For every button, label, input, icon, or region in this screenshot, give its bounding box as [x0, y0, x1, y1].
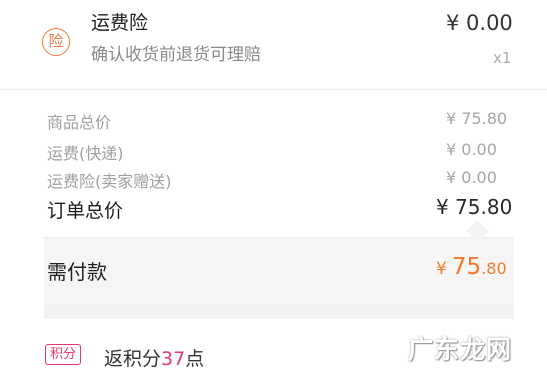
goods-total-value: ¥ 75.80 — [446, 109, 508, 128]
insurance-subtitle: 确认收货前退货可理赔 — [91, 45, 261, 65]
section-divider — [0, 89, 547, 90]
points-prefix: 返积分 — [104, 348, 162, 370]
shipping-insurance-value: ¥ 0.00 — [446, 168, 497, 187]
amount-due-integer: 75 — [451, 254, 482, 280]
points-reward-text: 返积分37点 — [104, 344, 204, 371]
amount-due-decimal: .80 — [481, 259, 507, 278]
points-suffix: 点 — [185, 348, 205, 370]
amount-due-value: ¥ 75.80 — [436, 254, 507, 280]
insurance-price: ¥ 0.00 — [446, 11, 513, 35]
insurance-quantity: x1 — [493, 49, 512, 67]
shipping-insurance-label: 运费险(卖家赠送) — [47, 172, 172, 191]
section-separator — [44, 305, 514, 319]
watermark: 广东龙网 — [408, 335, 513, 364]
shipping-fee-label: 运费(快递) — [47, 144, 124, 163]
order-total-value: ¥ 75.80 — [436, 195, 513, 219]
amount-due-label: 需付款 — [47, 260, 107, 284]
order-total-label: 订单总价 — [47, 200, 124, 222]
goods-total-label: 商品总价 — [47, 113, 112, 132]
points-badge: 积分 — [45, 344, 82, 365]
amount-due-currency: ¥ — [436, 259, 447, 279]
insurance-icon: 险 — [42, 28, 70, 56]
shipping-fee-value: ¥ 0.00 — [446, 140, 497, 159]
points-number: 37 — [161, 348, 186, 370]
insurance-title: 运费险 — [91, 12, 149, 34]
